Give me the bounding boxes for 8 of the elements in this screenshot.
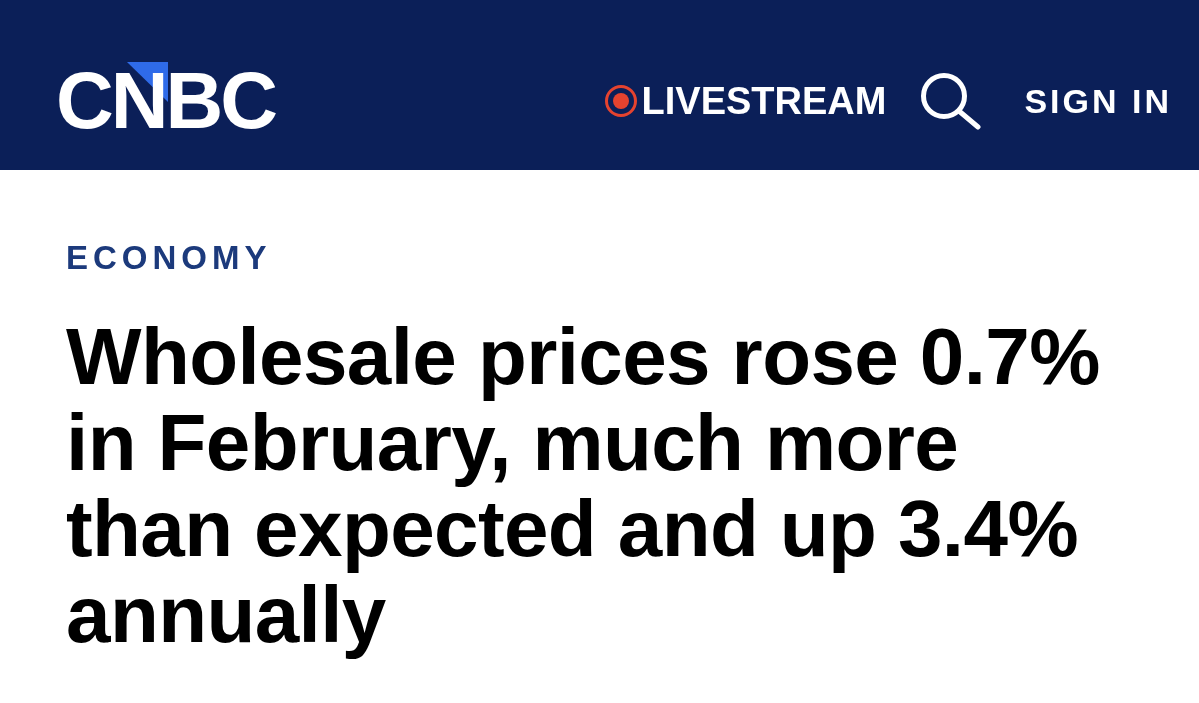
search-icon [920, 72, 983, 130]
sign-in-button[interactable]: SIGN IN [1024, 84, 1172, 118]
headline: Wholesale prices rose 0.7% in February, much more than expected and up 3.4% annually [66, 314, 1101, 658]
search-button[interactable] [920, 72, 983, 130]
record-icon [604, 85, 637, 117]
livestream-link[interactable]: LIVESTREAM [604, 82, 887, 120]
section-link[interactable]: ECONOMY [66, 238, 272, 278]
logo[interactable]: CNBC [56, 61, 276, 141]
